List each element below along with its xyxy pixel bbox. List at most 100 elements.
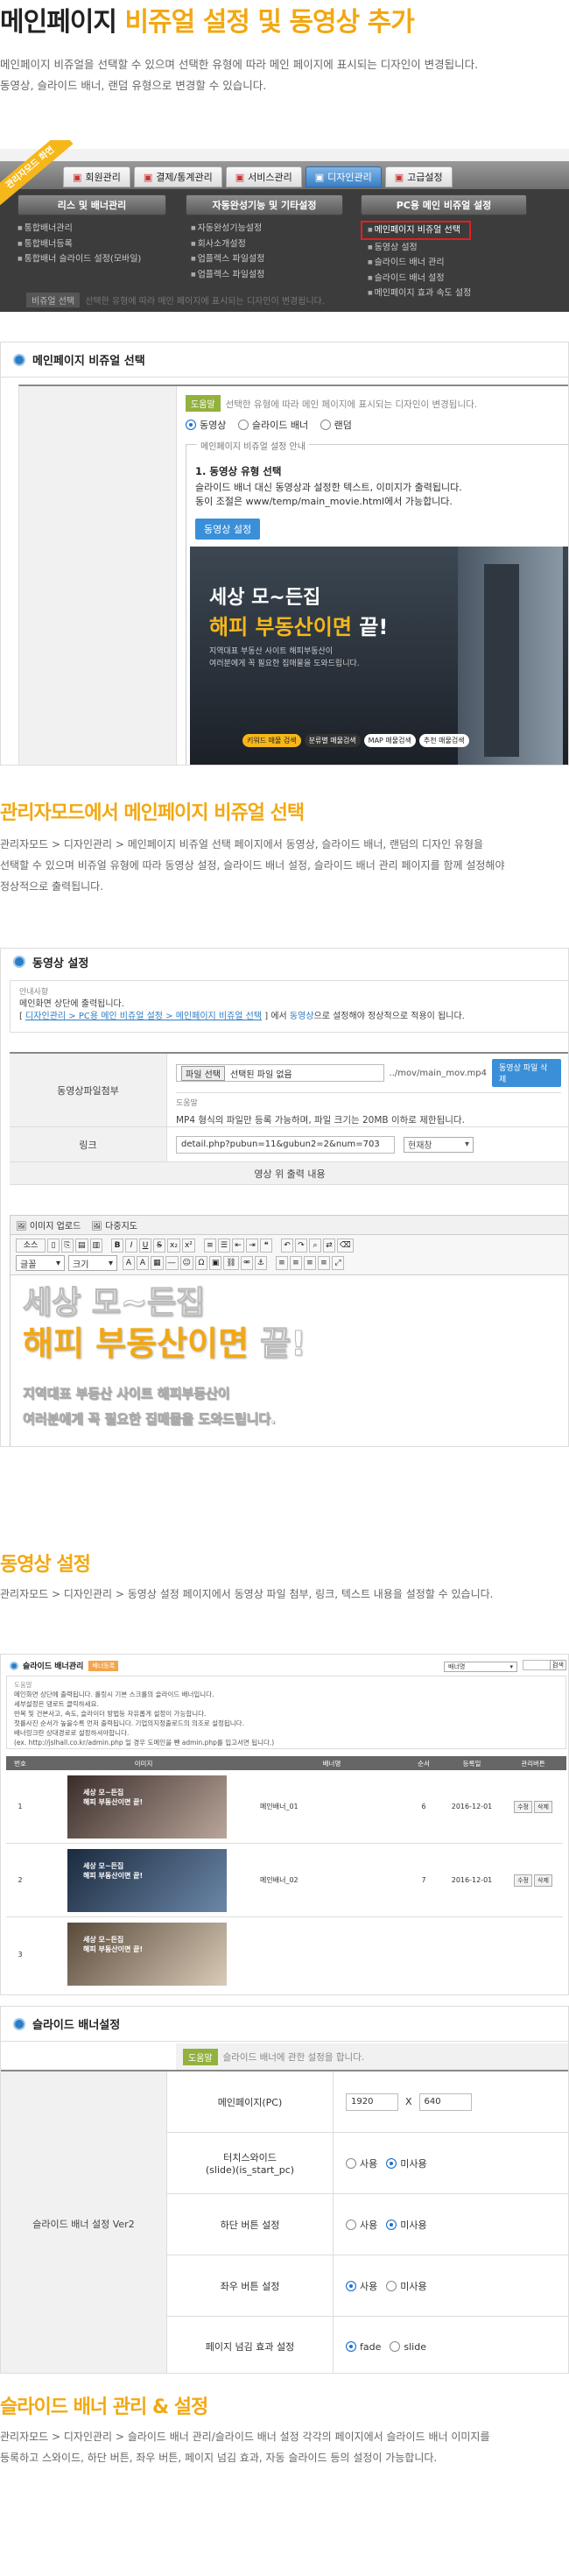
banner-search-button[interactable]: 검색	[550, 1660, 566, 1670]
banner-search-select[interactable]: 배너명 ▾	[444, 1660, 517, 1672]
fade-radio[interactable]: fade	[346, 2341, 381, 2353]
smiley-icon[interactable]: ☺	[179, 1256, 193, 1270]
indent-icon[interactable]: ⇥	[245, 1239, 258, 1253]
map-search-button[interactable]: MAP 매물검색	[363, 733, 416, 747]
bottom-btn-on-radio[interactable]: 사용	[346, 2218, 377, 2232]
swipe-off-radio[interactable]: 미사용	[386, 2156, 427, 2170]
keyword-search-button[interactable]: 키워드 매물 검색	[242, 733, 301, 747]
menu-item[interactable]: 업플렉스 파일설정	[191, 267, 265, 283]
recommend-search-button[interactable]: 추천 매물검색	[418, 733, 469, 747]
banner-thumbnail: 세상 모~든집 해피 부동산이면 끝!	[67, 1848, 227, 1912]
table-icon[interactable]: ▦	[151, 1256, 164, 1270]
paste-text-icon[interactable]: ▥	[89, 1239, 103, 1253]
link-input[interactable]: detail.php?pubun=11&gubun2=2&num=703	[176, 1135, 395, 1154]
globe-icon	[10, 1661, 18, 1670]
new-doc-icon[interactable]: ▯	[47, 1239, 60, 1253]
replace-icon[interactable]: ⇄	[322, 1239, 335, 1253]
menu-item[interactable]: 자동완성기능설정	[191, 221, 264, 236]
strike-icon[interactable]: S	[153, 1239, 166, 1253]
align-justify-icon[interactable]: ≡	[317, 1256, 330, 1270]
side-btn-off-radio[interactable]: 미사용	[386, 2279, 427, 2293]
menu-col-etc: 자동완성기능설정 회사소개설정 업플렉스 파일설정 업플렉스 파일설정	[191, 221, 265, 283]
notice-link[interactable]: 디자인관리 > PC용 메인 비쥬얼 설정 > 메인페이지 비쥬얼 선택	[25, 1012, 262, 1021]
ordered-list-icon[interactable]: ≡	[203, 1239, 216, 1253]
menu-item[interactable]: 회사소개설정	[191, 236, 264, 252]
menu-item[interactable]: 통합배너관리	[18, 221, 141, 236]
anchor-icon[interactable]: ⚓	[254, 1256, 267, 1270]
menu-item[interactable]: 동영상 설정	[368, 240, 471, 256]
hr-icon[interactable]: ―	[165, 1256, 179, 1270]
upload-multi-button[interactable]: 🖼 다중지도	[91, 1218, 137, 1232]
editor-content[interactable]: 세상 모~든집 해피 부동산이면 끝! 지역대표 부동산 사이트 해피부동산이 …	[11, 1275, 568, 1436]
upload-image-button[interactable]: 🖼 이미지 업로드	[16, 1218, 81, 1232]
align-right-icon[interactable]: ≡	[303, 1256, 316, 1270]
menu-item[interactable]: 통합배너 슬라이드 설정(모바일)	[18, 251, 142, 267]
file-help-badge: 도움말	[176, 1092, 561, 1108]
tab-advanced[interactable]: ▣ 고급설정	[384, 166, 453, 187]
table-row: 2 세상 모~든집 해피 부동산이면 끝! 메인배너_02 7 2016-12-0…	[6, 1844, 563, 1917]
text-color-icon[interactable]: A	[123, 1256, 135, 1270]
chevron-down-icon: ▾	[108, 1258, 113, 1268]
tab-payment[interactable]: ▣ 결제/통계관리	[133, 166, 222, 187]
link-icon[interactable]: ⛓	[223, 1256, 239, 1270]
tab-member[interactable]: ▣ 회원관리	[63, 166, 130, 187]
category-search-button[interactable]: 분류별 매물검색	[304, 733, 361, 747]
video-settings-button[interactable]: 동영상 설정	[195, 519, 261, 540]
eraser-icon[interactable]: ⌫	[336, 1239, 354, 1253]
delete-button[interactable]: 삭제	[534, 1874, 552, 1887]
menu-section-banner: 리스 및 배너관리	[18, 194, 166, 215]
unlink-icon[interactable]: ⚮	[240, 1256, 253, 1270]
align-left-icon[interactable]: ≡	[275, 1256, 288, 1270]
bottom-btn-off-radio[interactable]: 미사용	[386, 2218, 427, 2232]
hint-label: 비쥬얼 선택	[26, 293, 81, 307]
radio-slide-banner[interactable]: 슬라이드 배너	[237, 418, 308, 432]
slide-radio[interactable]: slide	[390, 2341, 426, 2353]
menu-item[interactable]: 업플렉스 파일설정	[191, 251, 265, 267]
tab-service[interactable]: ▣ 서비스관리	[225, 166, 302, 187]
paste-icon[interactable]: ▤	[75, 1239, 88, 1253]
height-input[interactable]: 640	[418, 2093, 472, 2111]
slide-group-label: 슬라이드 배너 설정 Ver2	[1, 2071, 167, 2373]
align-center-icon[interactable]: ≡	[289, 1256, 302, 1270]
italic-icon[interactable]: I	[125, 1239, 138, 1253]
image-icon[interactable]: ▣	[208, 1256, 222, 1270]
bullet-list-icon[interactable]: ☰	[217, 1239, 230, 1253]
quote-icon[interactable]: ❝	[259, 1239, 272, 1253]
width-input[interactable]: 1920	[346, 2093, 398, 2111]
outdent-icon[interactable]: ⇤	[231, 1239, 244, 1253]
edit-button[interactable]: 수정	[514, 1874, 532, 1887]
bg-color-icon[interactable]: A	[137, 1256, 149, 1270]
menu-section-main-visual: PC용 메인 비쥬얼 설정	[361, 194, 527, 215]
delete-button[interactable]: 삭제	[534, 1800, 552, 1813]
undo-icon[interactable]: ↶	[280, 1239, 293, 1253]
add-banner-button[interactable]: 배너등록	[88, 1660, 119, 1671]
radio-random[interactable]: 랜덤	[320, 418, 352, 432]
edit-button[interactable]: 수정	[514, 1800, 532, 1813]
swipe-on-radio[interactable]: 사용	[346, 2156, 377, 2170]
bold-icon[interactable]: B	[111, 1239, 124, 1253]
subscript-icon[interactable]: x₂	[167, 1239, 180, 1253]
redo-icon[interactable]: ↷	[294, 1239, 307, 1253]
size-select[interactable]: 크기 ▾	[68, 1255, 117, 1271]
menu-item[interactable]: 메인페이지 효과 속도 설정	[368, 286, 472, 301]
menu-item[interactable]: 슬라이드 배너 관리	[368, 255, 471, 271]
maximize-icon[interactable]: ⤢	[331, 1256, 344, 1270]
file-input[interactable]: 파일 선택 선택된 파일 없음	[176, 1064, 384, 1082]
superscript-icon[interactable]: x²	[181, 1239, 195, 1253]
link-target-select[interactable]: 현재창 ▾	[404, 1136, 474, 1153]
radio-video[interactable]: 동영상	[186, 418, 226, 432]
delete-video-button[interactable]: 동영상 파일 삭제	[492, 1059, 561, 1087]
font-select[interactable]: 글꼴 ▾	[16, 1255, 65, 1271]
source-button[interactable]: 소스	[16, 1239, 46, 1253]
tab-design[interactable]: ▣ 디자인관리	[305, 166, 382, 187]
omega-icon[interactable]: Ω	[194, 1256, 207, 1270]
underline-icon[interactable]: U	[139, 1239, 152, 1253]
admin-footer-hint: 비쥬얼 선택 선택한 유형에 따라 메인 페이지에 표시되는 디자인이 변경됩니…	[26, 293, 325, 307]
copy-icon[interactable]: ⎘	[61, 1239, 74, 1253]
find-icon[interactable]: ⌕	[308, 1239, 321, 1253]
menu-item[interactable]: 슬라이드 배너 설정	[368, 271, 471, 286]
guide-legend: 메인페이지 비쥬얼 설정 안내	[197, 439, 309, 452]
side-btn-on-radio[interactable]: 사용	[346, 2279, 377, 2293]
menu-item[interactable]: 통합배너등록	[18, 236, 141, 252]
menu-item-visual-select[interactable]: 메인페이지 비쥬얼 선택	[361, 221, 472, 240]
